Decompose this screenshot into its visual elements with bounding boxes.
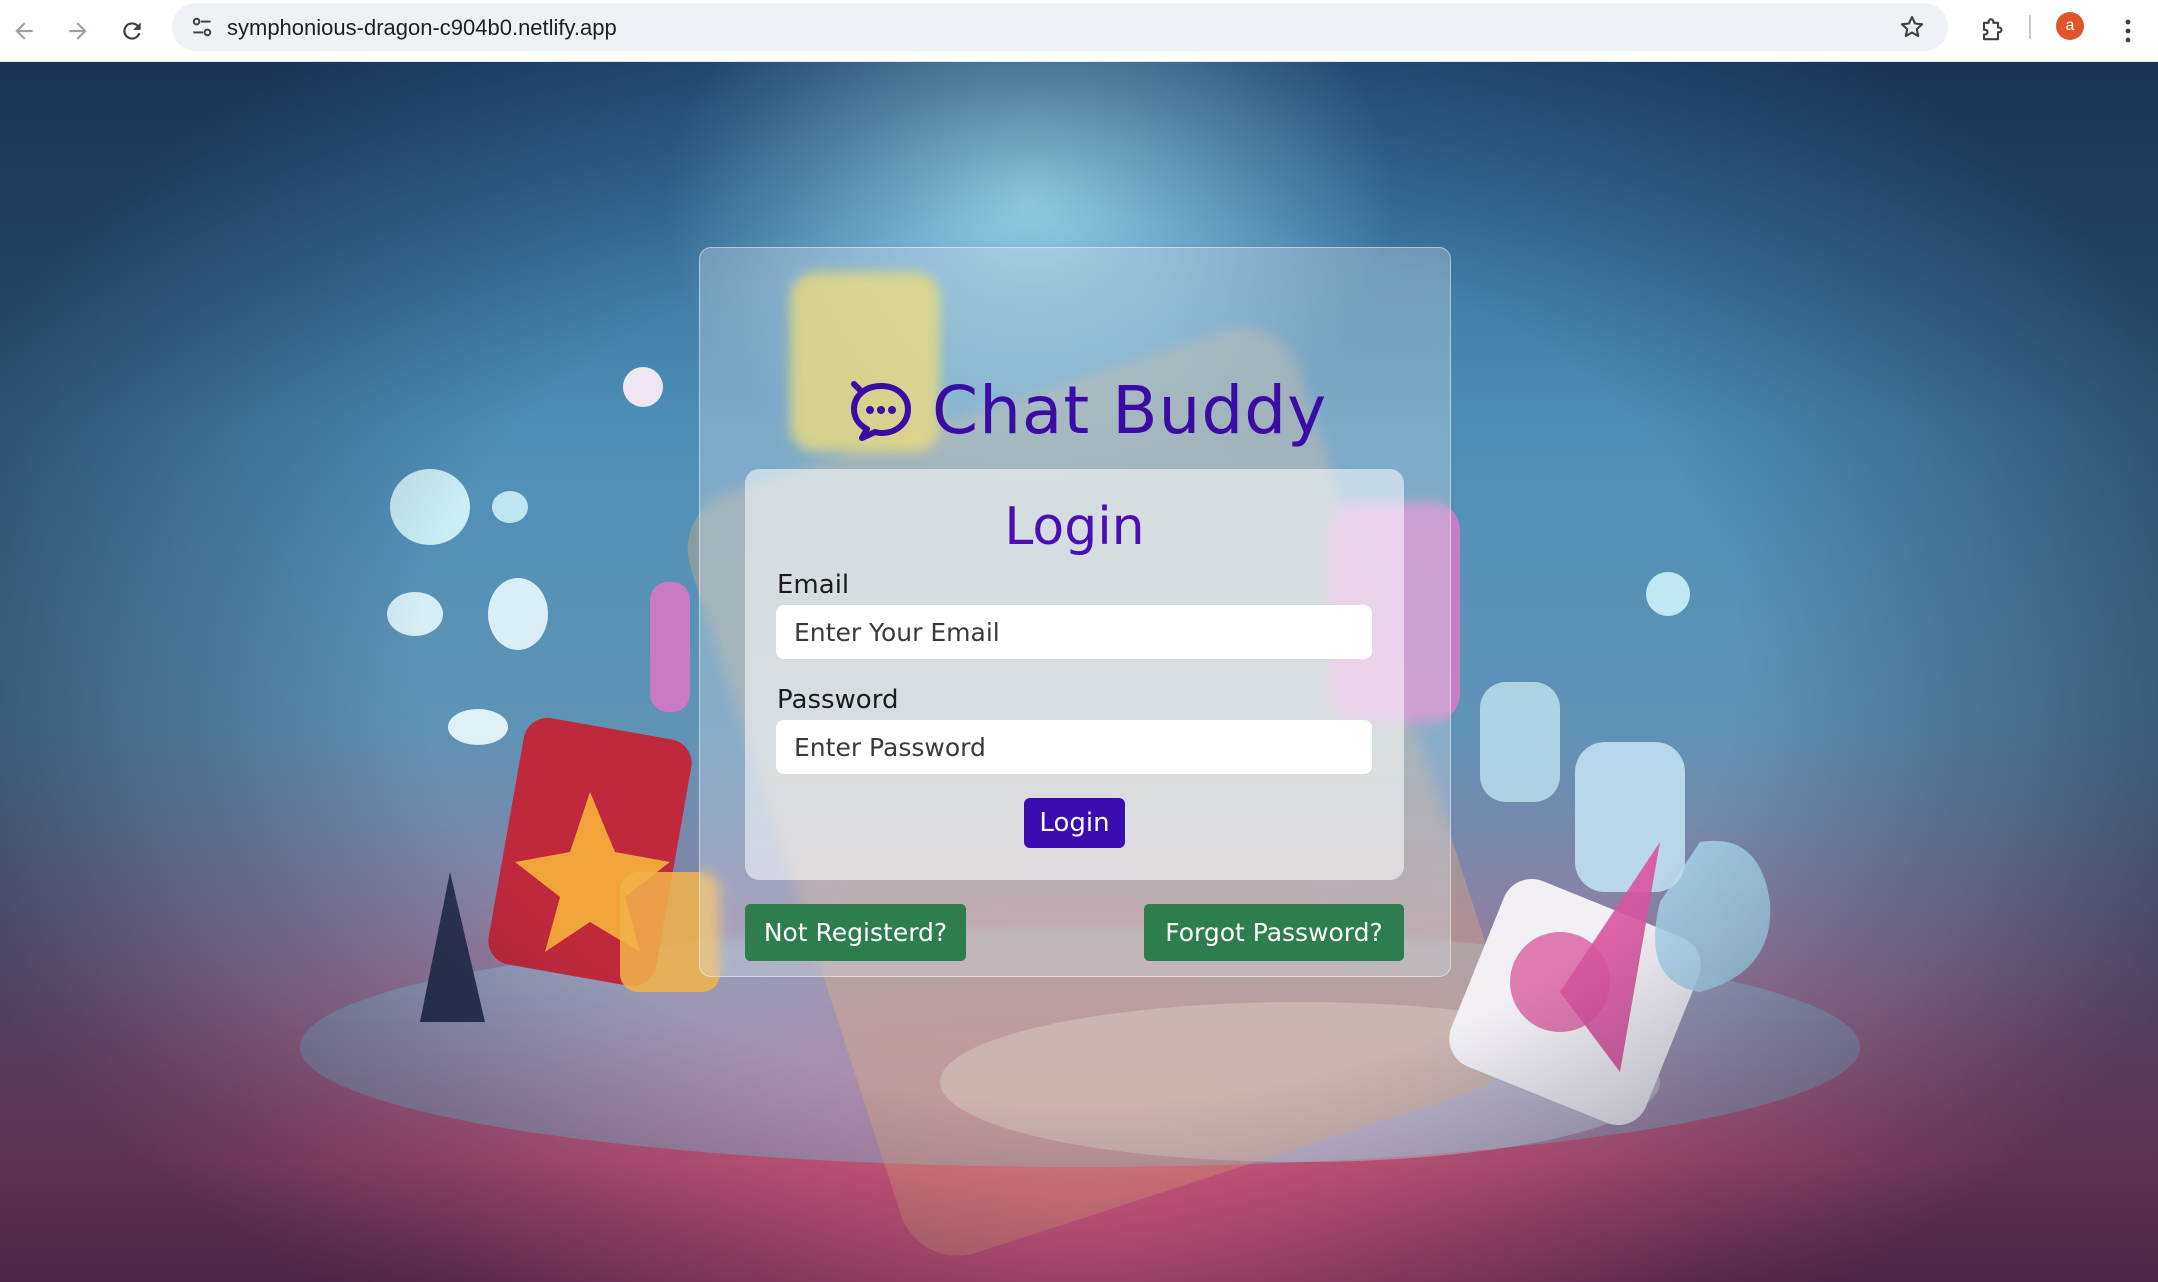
reload-icon [123,22,141,40]
address-bar[interactable]: symphonious-dragon-c904b0.netlify.app [172,3,1948,51]
back-button[interactable] [2,9,46,53]
chat-bubble-icon [851,380,911,441]
brand-header: Chat Buddy [848,372,1327,449]
login-heading: Login [1004,497,1145,557]
puzzle-icon [1982,18,2003,41]
forgot-password-button[interactable]: Forgot Password? [1144,904,1404,961]
forward-button[interactable] [56,9,100,53]
forward-arrow-icon [69,22,87,40]
email-input[interactable] [776,605,1372,659]
star-icon [1900,16,1924,38]
toolbar-divider [2029,15,2031,39]
profile-avatar[interactable]: a [2056,12,2084,40]
brand-title: Chat Buddy [932,372,1328,449]
reload-button[interactable] [110,9,154,53]
site-info-button[interactable] [184,9,220,45]
back-arrow-icon [15,22,33,40]
not-registered-button[interactable]: Not Registerd? [745,904,966,961]
url-text: symphonious-dragon-c904b0.netlify.app [227,15,617,40]
tune-icon [192,17,212,37]
email-label: Email [777,570,850,600]
login-card: Login Email Password Login [745,469,1404,880]
password-input[interactable] [776,720,1372,774]
bookmark-star-button[interactable] [1896,11,1928,43]
login-button[interactable]: Login [1024,798,1125,848]
browser-toolbar: symphonious-dragon-c904b0.netlify.app a [0,0,2158,62]
password-label: Password [777,685,899,715]
extensions-button[interactable] [1969,9,2013,53]
browser-menu-button[interactable] [2108,9,2148,53]
kebab-menu-icon [2125,19,2131,43]
